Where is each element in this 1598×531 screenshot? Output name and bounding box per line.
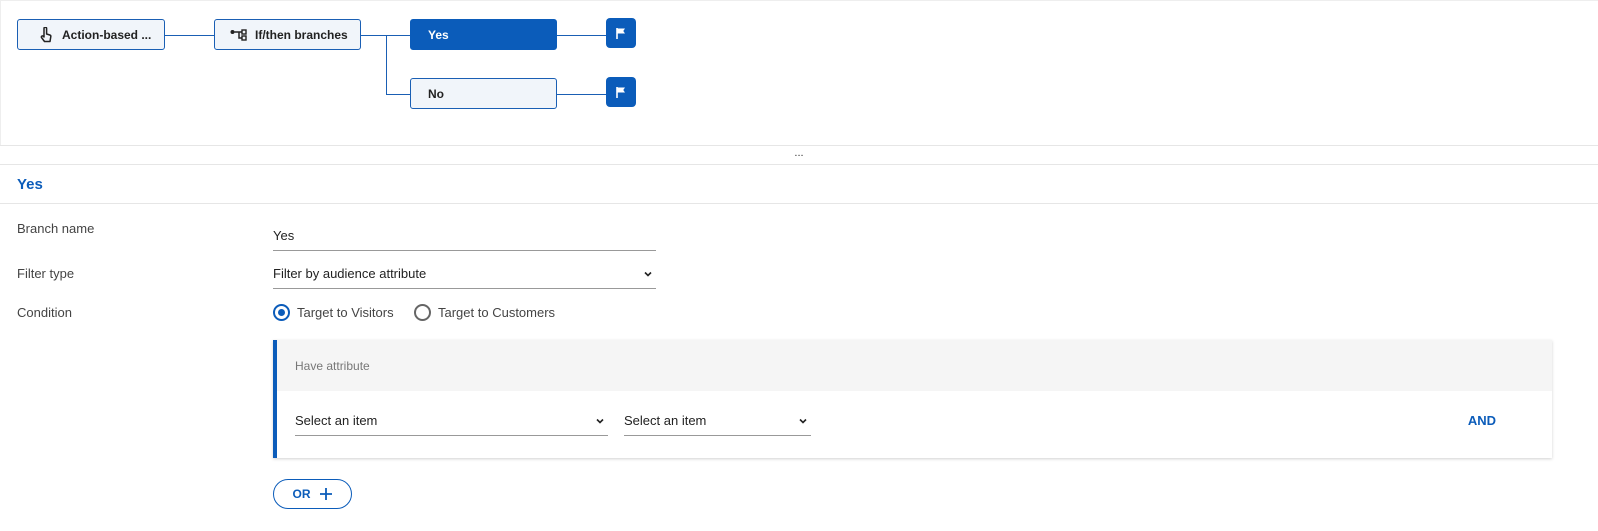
flow-node-branches[interactable]: If/then branches [214,19,361,50]
branch-name-label: Branch name [17,221,95,236]
chevron-down-icon [798,414,808,429]
flow-node-yes[interactable]: Yes [410,19,557,50]
flag-icon [616,86,625,98]
radio-target-customers-label: Target to Customers [438,305,556,320]
flow-node-no-label: No [428,86,444,101]
or-button-label: OR [292,487,311,501]
flag-end-no[interactable] [606,77,636,107]
branch-name-input[interactable]: Yes [273,228,656,251]
or-button[interactable]: OR [273,479,352,509]
filter-type-label: Filter type [17,266,75,281]
branch-name-value: Yes [273,228,295,243]
panel-title: Yes [17,176,43,193]
attribute-select[interactable]: Select an item [295,413,608,436]
flow-node-yes-label: Yes [428,27,449,42]
chevron-down-icon [643,267,653,282]
radio-unchecked-icon [414,304,431,321]
pointer-hand-icon [36,26,56,43]
condition-label: Condition [17,305,72,320]
value-select[interactable]: Select an item [624,413,811,436]
attribute-select-value: Select an item [295,413,378,428]
plus-icon [319,487,333,501]
condition-card-header: Have attribute [277,340,1552,391]
radio-target-visitors[interactable]: Target to Visitors [273,304,394,321]
flag-icon [616,27,625,39]
value-select-value: Select an item [624,413,707,428]
filter-type-value: Filter by audience attribute [273,266,427,281]
condition-card: Have attribute Select an item Select an … [273,340,1552,458]
flag-end-yes[interactable] [606,18,636,48]
chevron-down-icon [595,414,605,429]
radio-checked-icon [273,304,290,321]
filter-type-select[interactable]: Filter by audience attribute [273,266,656,289]
radio-target-customers[interactable]: Target to Customers [414,304,555,321]
flow-node-trigger-label: Action-based ... [62,27,152,42]
panel-divider [0,203,1598,204]
branch-icon [229,28,249,41]
flow-node-trigger[interactable]: Action-based ... [17,19,165,50]
flow-node-no[interactable]: No [410,78,557,109]
resize-handle-dots: ... [794,147,804,159]
panel-resize-handle[interactable]: ... [0,145,1598,165]
and-button[interactable]: AND [1468,413,1496,428]
radio-target-visitors-label: Target to Visitors [297,305,394,320]
flow-canvas: Action-based ... If/then branches Yes No [0,0,1598,145]
flow-node-branches-label: If/then branches [255,27,348,42]
